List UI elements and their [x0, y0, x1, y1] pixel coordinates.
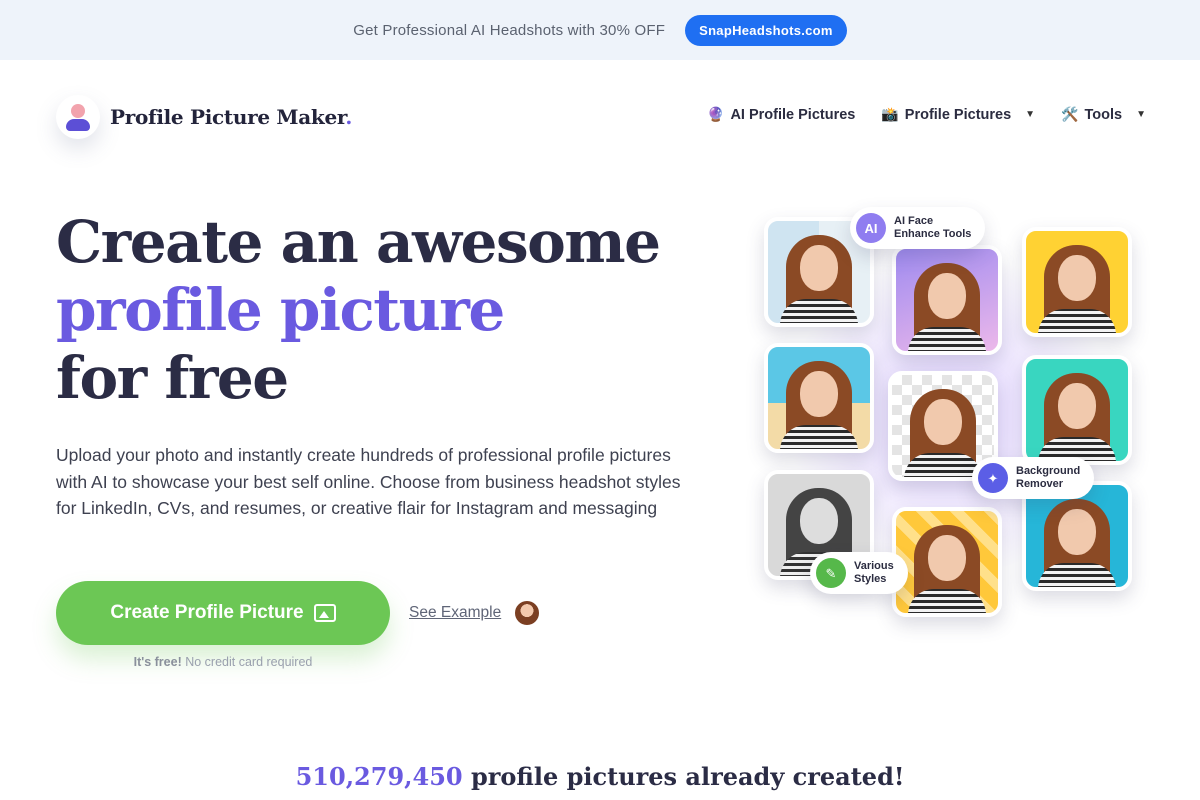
brand-name: Profile Picture Maker. — [110, 105, 352, 129]
hero-description: Upload your photo and instantly create h… — [56, 445, 681, 518]
nav-label: AI Profile Pictures — [730, 106, 856, 123]
magic-wand-icon: ✦ — [978, 463, 1008, 493]
example-collage: AI AI Face Enhance Tools ✦ Background Remo… — [740, 195, 1160, 635]
nav-label: Tools — [1084, 106, 1123, 123]
chevron-down-icon: ▼ — [1136, 109, 1146, 120]
nav-label: Profile Pictures — [904, 106, 1012, 123]
example-photo — [764, 343, 874, 453]
example-photo — [892, 245, 1002, 355]
nav-tools[interactable]: 🛠️ Tools ▼ — [1061, 106, 1146, 123]
main-nav: 🔮 AI Profile Pictures 📸 Profile Pictures… — [707, 106, 1146, 123]
promo-bar: Get Professional AI Headshots with 30% O… — [0, 0, 1200, 60]
example-photo — [892, 507, 1002, 617]
promo-link-button[interactable]: SnapHeadshots.com — [685, 14, 847, 46]
background-remover-chip: ✦ Background Remover — [972, 457, 1095, 499]
tools-icon: 🛠️ — [1061, 106, 1079, 122]
various-styles-chip: ✎ Various Styles — [810, 552, 908, 594]
chevron-down-icon: ▼ — [1025, 109, 1036, 120]
profile-avatar-icon — [56, 95, 100, 139]
ai-icon: AI — [856, 213, 886, 243]
cta-label: Create Profile Picture — [110, 602, 304, 623]
see-example-link[interactable]: See Example — [409, 604, 501, 622]
hero-title: Create an awesome profile picture for fr… — [56, 208, 661, 412]
crystal-ball-icon: 🔮 — [707, 106, 725, 122]
example-avatar[interactable] — [513, 599, 541, 627]
pictures-count: 510,279,450 — [295, 762, 463, 791]
site-logo[interactable]: Profile Picture Maker. — [56, 95, 352, 139]
image-icon — [313, 604, 336, 622]
example-photo — [1022, 355, 1132, 465]
ai-face-enhance-chip: AI AI Face Enhance Tools — [850, 207, 986, 249]
free-note: It's free! No credit card required — [133, 655, 313, 669]
pictures-created-counter: 510,279,450 profile pictures already cre… — [295, 762, 905, 791]
nav-profile-pictures[interactable]: 📸 Profile Pictures ▼ — [881, 106, 1035, 123]
example-photo — [1022, 227, 1132, 337]
create-profile-picture-button[interactable]: Create Profile Picture — [56, 581, 390, 645]
promo-text: Get Professional AI Headshots with 30% O… — [353, 21, 666, 39]
nav-ai-profile-pictures[interactable]: 🔮 AI Profile Pictures — [707, 106, 855, 123]
brush-icon: ✎ — [816, 558, 846, 588]
camera-icon: 📸 — [881, 106, 899, 122]
